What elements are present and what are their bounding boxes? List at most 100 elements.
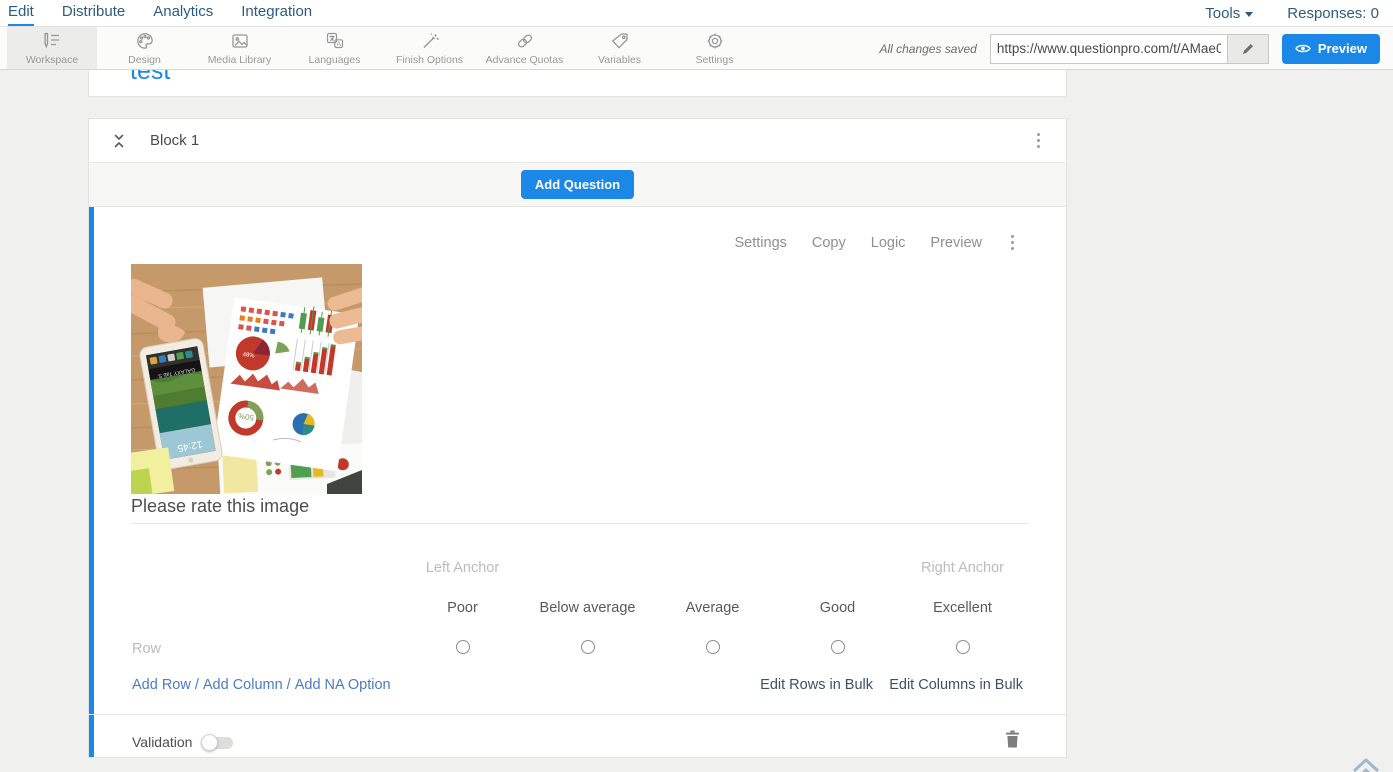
question-text-underline bbox=[131, 523, 1028, 524]
toolbar-item-design[interactable]: Design bbox=[97, 27, 192, 69]
radio-button-poor[interactable] bbox=[456, 640, 470, 654]
responses-count[interactable]: Responses: 0 bbox=[1287, 5, 1379, 22]
question-actions: Settings Copy Logic Preview bbox=[734, 231, 1018, 254]
editor-toolbar: Workspace Design Media Library bbox=[0, 27, 1393, 70]
nav-tab-analytics[interactable]: Analytics bbox=[153, 0, 213, 26]
toolbar-item-label: Languages bbox=[309, 54, 361, 66]
question-image[interactable]: 48% 50% bbox=[131, 264, 362, 494]
validation-label: Validation bbox=[132, 734, 192, 750]
collapse-block-button[interactable] bbox=[110, 132, 128, 150]
radio-button-excellent[interactable] bbox=[956, 640, 970, 654]
question-settings-link[interactable]: Settings bbox=[734, 235, 786, 251]
workspace-icon bbox=[42, 31, 62, 51]
question-card: Settings Copy Logic Preview bbox=[89, 207, 1066, 757]
column-label-below-average[interactable]: Below average bbox=[525, 600, 650, 616]
right-anchor-input[interactable]: Right Anchor bbox=[900, 560, 1025, 576]
question-accent-bar bbox=[89, 207, 94, 757]
link-separator: / bbox=[287, 677, 291, 693]
eye-icon bbox=[1295, 43, 1311, 54]
toolbar-item-media-library[interactable]: Media Library bbox=[192, 27, 287, 69]
block-menu-kebab-icon[interactable] bbox=[1033, 129, 1044, 152]
svg-text:A: A bbox=[336, 41, 341, 48]
autosave-status: All changes saved bbox=[879, 42, 976, 56]
preview-button-label: Preview bbox=[1318, 41, 1367, 56]
question-logic-link[interactable]: Logic bbox=[871, 235, 906, 251]
collapse-vertical-icon bbox=[110, 132, 128, 150]
link-separator: / bbox=[195, 677, 199, 693]
add-links-group: Add Row/Add Column/Add NA Option bbox=[132, 677, 391, 693]
top-navigation: Edit Distribute Analytics Integration To… bbox=[0, 0, 1393, 27]
pencil-icon bbox=[1241, 42, 1255, 56]
column-label-excellent[interactable]: Excellent bbox=[900, 600, 1025, 616]
survey-title-card: test bbox=[88, 70, 1067, 97]
toolbar-item-variables[interactable]: Variables bbox=[572, 27, 667, 69]
edit-rows-in-bulk-link[interactable]: Edit Rows in Bulk bbox=[760, 677, 873, 693]
toolbar-item-label: Design bbox=[128, 54, 161, 66]
rating-radio-cell bbox=[400, 640, 525, 654]
block-header: Block 1 bbox=[89, 119, 1066, 163]
toggle-knob bbox=[201, 734, 218, 751]
toolbar-item-label: Settings bbox=[696, 54, 734, 66]
tag-icon bbox=[610, 31, 630, 51]
add-column-link[interactable]: Add Column bbox=[203, 677, 283, 693]
rating-radio-cell bbox=[900, 640, 1025, 654]
question-preview-link[interactable]: Preview bbox=[930, 235, 982, 251]
column-label-average[interactable]: Average bbox=[650, 600, 775, 616]
design-palette-icon bbox=[135, 31, 155, 51]
add-row-link[interactable]: Add Row bbox=[132, 677, 191, 693]
caret-down-icon bbox=[1245, 12, 1253, 17]
question-footer-divider bbox=[89, 714, 1066, 715]
column-label-good[interactable]: Good bbox=[775, 600, 900, 616]
question-copy-link[interactable]: Copy bbox=[812, 235, 846, 251]
edit-url-button[interactable] bbox=[1227, 35, 1268, 63]
tools-dropdown[interactable]: Tools bbox=[1205, 5, 1253, 22]
block-card: Block 1 Add Question Settings Copy Logic… bbox=[88, 118, 1067, 758]
languages-icon: A bbox=[325, 31, 345, 51]
toolbar-item-label: Media Library bbox=[208, 54, 272, 66]
questionpro-edit-screen: Edit Distribute Analytics Integration To… bbox=[0, 0, 1393, 772]
toolbar-item-label: Finish Options bbox=[396, 54, 463, 66]
toolbar-item-label: Advance Quotas bbox=[486, 54, 564, 66]
chevron-up-icon bbox=[1351, 757, 1381, 772]
radio-button-below-average[interactable] bbox=[581, 640, 595, 654]
left-anchor-input[interactable]: Left Anchor bbox=[400, 560, 525, 576]
add-na-option-link[interactable]: Add NA Option bbox=[295, 677, 391, 693]
toolbar-item-finish-options[interactable]: Finish Options bbox=[382, 27, 477, 69]
toolbar-item-settings[interactable]: Settings bbox=[667, 27, 762, 69]
survey-title[interactable]: test bbox=[130, 70, 170, 86]
scroll-to-top-button[interactable] bbox=[1351, 757, 1381, 772]
delete-question-button[interactable] bbox=[1005, 730, 1020, 753]
nav-tab-edit[interactable]: Edit bbox=[8, 0, 34, 26]
toolbar-right-group: All changes saved Preview bbox=[879, 32, 1380, 65]
toolbar-item-label: Variables bbox=[598, 54, 641, 66]
survey-url-input[interactable] bbox=[991, 35, 1227, 63]
radio-button-average[interactable] bbox=[706, 640, 720, 654]
magic-wand-icon bbox=[420, 31, 440, 51]
media-library-icon bbox=[230, 31, 250, 51]
block-title[interactable]: Block 1 bbox=[150, 132, 199, 149]
row-label-input[interactable]: Row bbox=[132, 641, 161, 657]
toolbar-item-workspace[interactable]: Workspace bbox=[7, 27, 97, 69]
toolbar-item-label: Workspace bbox=[26, 54, 78, 66]
preview-button[interactable]: Preview bbox=[1282, 34, 1380, 64]
survey-url-box bbox=[990, 34, 1269, 64]
chain-link-icon bbox=[515, 31, 535, 51]
gear-icon bbox=[705, 31, 725, 51]
edit-columns-in-bulk-link[interactable]: Edit Columns in Bulk bbox=[889, 677, 1023, 693]
toolbar-item-advance-quotas[interactable]: Advance Quotas bbox=[477, 27, 572, 69]
nav-tab-distribute[interactable]: Distribute bbox=[62, 0, 125, 26]
rating-radio-cell bbox=[525, 640, 650, 654]
add-question-button[interactable]: Add Question bbox=[521, 170, 634, 199]
radio-button-good[interactable] bbox=[831, 640, 845, 654]
tools-label: Tools bbox=[1205, 5, 1240, 22]
rating-radio-cell bbox=[650, 640, 775, 654]
topnav-right-group: Tools Responses: 0 bbox=[1205, 5, 1379, 22]
toolbar-item-languages[interactable]: A Languages bbox=[287, 27, 382, 69]
column-label-poor[interactable]: Poor bbox=[400, 600, 525, 616]
question-menu-kebab-icon[interactable] bbox=[1007, 231, 1018, 254]
validation-toggle[interactable] bbox=[201, 735, 233, 750]
question-text[interactable]: Please rate this image bbox=[131, 496, 309, 517]
rating-radio-cell bbox=[775, 640, 900, 654]
nav-tab-integration[interactable]: Integration bbox=[241, 0, 312, 26]
trash-icon bbox=[1005, 730, 1020, 748]
